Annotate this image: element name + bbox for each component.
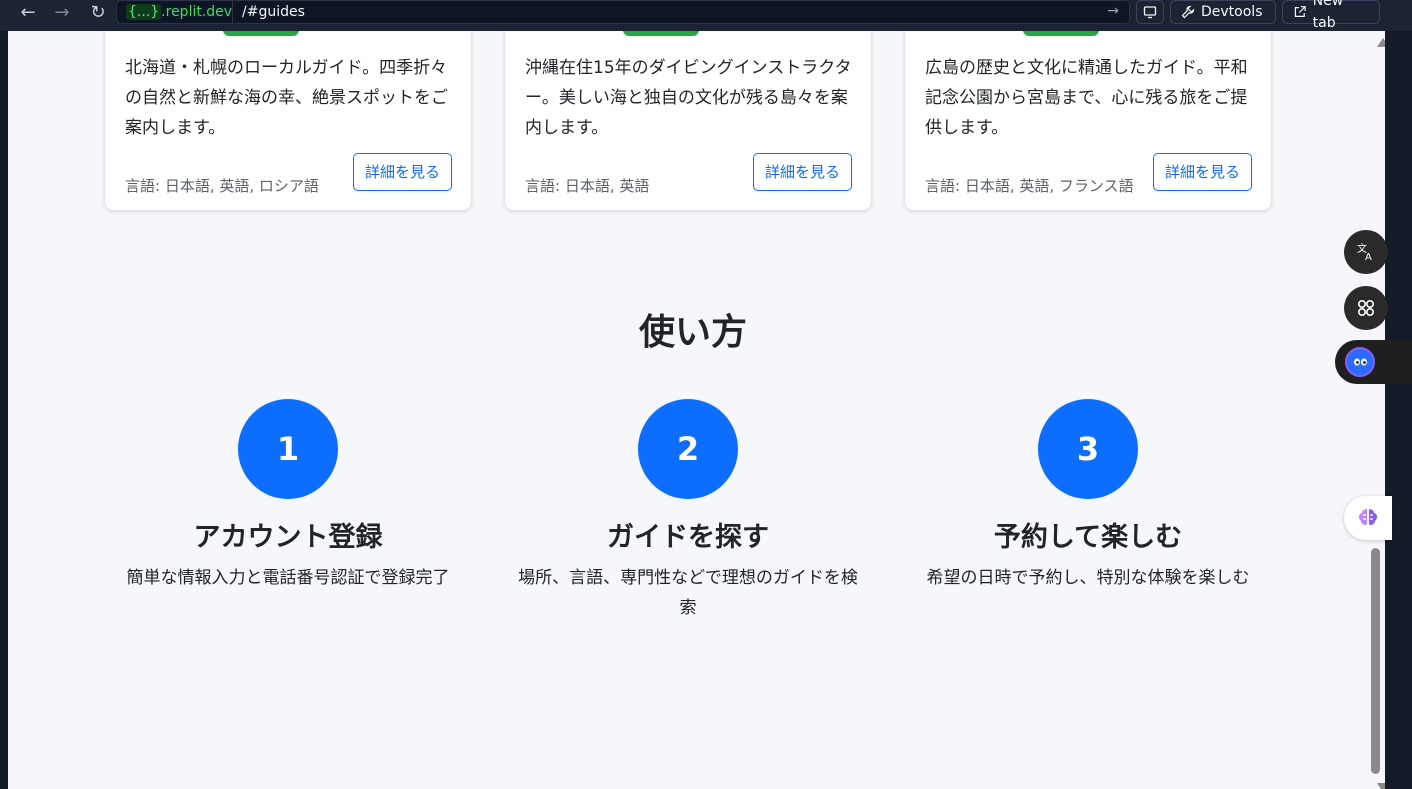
go-button[interactable]: →: [1107, 3, 1119, 19]
address-bar[interactable]: {...} .replit.dev /#guides →: [116, 0, 1130, 24]
url-divider: [232, 1, 233, 23]
arrow-right-icon: →: [1107, 3, 1119, 19]
step-title: ガイドを探す: [607, 522, 769, 553]
back-button[interactable]: ←: [15, 0, 41, 24]
url-domain: {...} .replit.dev: [122, 2, 236, 22]
step-description: 場所、言語、専門性などで理想のガイドを検索: [518, 568, 858, 618]
guide-details-button[interactable]: 詳細を見る: [352, 153, 452, 191]
new-tab-button[interactable]: New tab: [1282, 0, 1380, 31]
browser-toolbar: ← → ↻ {...} .replit.dev /#guides → Devtoo…: [0, 0, 1412, 31]
devtools-button[interactable]: Devtools: [1170, 0, 1276, 24]
url-path[interactable]: /#guides: [242, 2, 305, 22]
external-link-icon: [1294, 6, 1306, 17]
step-item: 2 ガイドを探す 場所、言語、専門性などで理想のガイドを検索: [508, 399, 868, 623]
new-tab-label: New tab: [1312, 0, 1344, 31]
step-number: 3: [1038, 399, 1138, 499]
step-title: アカウント登録: [193, 522, 383, 553]
svg-text:A: A: [1365, 252, 1372, 263]
step-number: 2: [638, 399, 738, 499]
how-to-title: 使い方: [638, 312, 747, 353]
guide-card: 沖縄在住15年のダイビングインストラクター。美しい海と独自の文化が残る島々を案内…: [504, 31, 872, 211]
step-description: 簡単な情報入力と電話番号認証で登録完了: [126, 568, 450, 588]
guide-description: 北海道・札幌のローカルガイド。四季折々の自然と新鮮な海の幸、絶景スポットをご案内…: [125, 58, 448, 138]
reload-button[interactable]: ↻: [85, 0, 111, 24]
right-edge: [1385, 31, 1412, 789]
monitor-button[interactable]: [1136, 0, 1164, 24]
devtools-label: Devtools: [1201, 4, 1263, 20]
guide-tag: [223, 31, 299, 36]
guide-description: 広島の歴史と文化に精通したガイド。平和記念公園から宮島まで、心に残る旅をご提供し…: [925, 58, 1248, 138]
guide-card: 北海道・札幌のローカルガイド。四季折々の自然と新鮮な海の幸、絶景スポットをご案内…: [104, 31, 472, 211]
monitor-icon: [1143, 6, 1157, 19]
scroll-up-arrow[interactable]: [1377, 38, 1385, 47]
guide-languages: 言語: 日本語, 英語, ロシア語: [125, 177, 319, 195]
arrow-right-icon: →: [54, 1, 70, 23]
guide-description: 沖縄在住15年のダイビングインストラクター。美しい海と独自の文化が残る島々を案内…: [525, 58, 852, 138]
forward-button[interactable]: →: [49, 0, 75, 24]
apps-button[interactable]: [1344, 286, 1388, 330]
step-item: 3 予約して楽しむ 希望の日時で予約し、特別な体験を楽しむ: [908, 399, 1268, 593]
url-domain-brace: {...}: [126, 4, 162, 20]
arrow-left-icon: ←: [20, 1, 36, 23]
left-edge: [0, 31, 8, 789]
page-viewport: 北海道・札幌のローカルガイド。四季折々の自然と新鮮な海の幸、絶景スポットをご案内…: [8, 31, 1385, 789]
guide-card: 広島の歴史と文化に精通したガイド。平和記念公園から宮島まで、心に残る旅をご提供し…: [904, 31, 1272, 211]
assistant-button[interactable]: [1335, 340, 1412, 384]
guide-details-button[interactable]: 詳細を見る: [752, 153, 852, 191]
assistant-face-icon: [1345, 347, 1375, 377]
url-domain-rest: .replit.dev: [161, 4, 233, 20]
step-description: 希望の日時で予約し、特別な体験を楽しむ: [926, 568, 1250, 588]
brain-icon: [1359, 509, 1377, 525]
reload-icon: ↻: [90, 1, 106, 23]
wrench-icon: [1181, 5, 1195, 19]
step-number: 1: [238, 399, 338, 499]
scroll-down-arrow[interactable]: [1377, 783, 1385, 789]
brain-button[interactable]: [1344, 496, 1392, 540]
translate-icon: 文 A: [1357, 242, 1372, 263]
scrollbar-thumb[interactable]: [1371, 548, 1380, 774]
guide-tag: [623, 31, 699, 36]
apps-grid-icon: [1357, 299, 1375, 317]
guide-languages: 言語: 日本語, 英語: [525, 177, 650, 195]
guide-languages: 言語: 日本語, 英語, フランス語: [925, 177, 1134, 195]
guide-details-button[interactable]: 詳細を見る: [1152, 153, 1252, 191]
step-title: 予約して楽しむ: [993, 522, 1183, 553]
guide-tag: [1023, 31, 1099, 36]
step-item: 1 アカウント登録 簡単な情報入力と電話番号認証で登録完了: [108, 399, 468, 593]
translate-button[interactable]: 文 A: [1344, 230, 1388, 274]
